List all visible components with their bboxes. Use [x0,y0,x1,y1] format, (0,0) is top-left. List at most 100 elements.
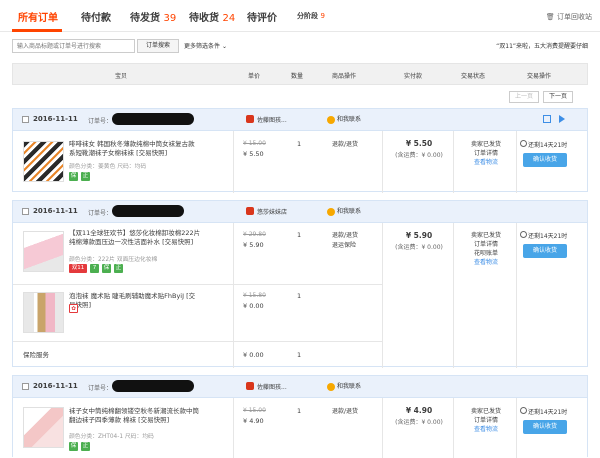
view-logistics-link[interactable]: 查看物流 [461,258,511,267]
notice-link[interactable]: “双11”来啦，五大消费提醒要仔细 [496,41,588,50]
col-item-ops: 商品操作 [332,73,357,80]
search-button[interactable]: 订单搜索 [137,39,179,53]
refund-link[interactable]: 退款/退货 [332,407,358,416]
flag-icon[interactable] [559,115,565,123]
redacted-order-number [112,113,194,125]
tab-pending-receipt[interactable]: 待收货 24 [189,9,235,24]
view-logistics-link[interactable]: 查看物流 [461,158,511,167]
quantity: 1 [297,351,302,359]
tab-staged[interactable]: 分阶段 9 [297,11,325,21]
product-thumbnail[interactable] [23,407,64,448]
view-logistics-link[interactable]: 查看物流 [461,425,511,434]
prev-page-button[interactable]: 上一页 [509,91,539,103]
tab-pending-review[interactable]: 待评价 [247,9,277,24]
quantity: 1 [297,140,302,148]
original-price: ¥ 29.80 [243,231,266,238]
product-title-link[interactable]: 啡啡袜女 韩国秋冬薄款纯棉中筒女袜复古款系短靴潮袜子女棉袜袜 [交易快照] [69,140,201,158]
product-title-link[interactable]: 袜子女中筒纯棉翻领镂空秋冬新潮流长款中筒翻边袜子四季薄款 棉袜 [交易快照] [69,407,201,425]
order-detail-link[interactable]: 订单详情 [461,416,511,425]
countdown-timer: 还剩14天21时 [520,231,567,240]
product-title-link[interactable]: 泡泡袜 魔术贴 睫毛刷辅助魔术贴FhByiJ [交易快照] [69,292,201,310]
return-insurance-link[interactable]: 退运保险 [332,241,356,250]
col-price: 单价 [248,73,261,80]
tab-pending-payment[interactable]: 待付款 [81,9,111,24]
redacted-order-number [112,205,184,217]
genuine-badge-icon: 正 [81,442,90,451]
trade-status: 卖家已发货 订单详情 查看物流 [461,407,511,434]
order-number-label: 订单号： [88,118,113,125]
order-card: 2016-11-11 订单号： 佐藤图孩... 和我联系 啡啡袜女 韩国秋冬薄款… [12,108,588,193]
total-paid: ¥ 5.50 [405,139,433,148]
original-price: ¥ 15.00 [243,140,266,147]
genuine-badge-icon: 正 [81,172,90,181]
refund-link[interactable]: 退款/退货 [332,140,358,149]
order-checkbox[interactable] [22,383,29,390]
product-thumbnail[interactable] [23,231,64,272]
double11-badge-icon: 双11 [69,264,87,273]
shop-name-link[interactable]: 佐藤图孩... [257,115,287,124]
recycle-bin-link[interactable]: 🗑 订单回收站 [546,12,592,22]
shop-icon [246,382,254,390]
contact-seller-button[interactable]: 和我联系 [327,115,364,125]
order-number-label: 订单号： [88,210,113,217]
order-checkbox[interactable] [22,116,29,123]
genuine-badge-icon: 正 [114,264,123,273]
guarantee-badge-icon: 保 [69,172,78,181]
unit-price: ¥ 5.90 [243,241,264,249]
order-tabs: 所有订单 待付款 待发货 39 待收货 24 待评价 分阶段 9 🗑 订单回收站 [0,0,600,32]
search-input[interactable] [12,39,135,53]
contact-seller-button[interactable]: 和我联系 [327,382,364,392]
trade-status: 卖家已发货 订单详情 查看物流 [461,140,511,167]
confirm-receipt-button[interactable]: 确认收货 [523,420,567,434]
col-paid: 实付款 [404,73,423,80]
total-paid: ¥ 4.90 [405,406,433,415]
confirm-receipt-button[interactable]: 确认收货 [523,153,567,167]
unit-price: ¥ 5.50 [243,150,264,158]
order-date: 2016-11-11 [33,115,78,123]
quantity: 1 [297,292,302,300]
col-status: 交易状态 [461,73,486,80]
next-page-button[interactable]: 下一页 [543,91,573,103]
unit-price: ¥ 4.90 [243,417,264,425]
guarantee-badge-icon: 保 [102,264,111,273]
product-sku: 颜色分类：ZHT04-1 尺码：均码 [69,434,154,440]
shop-icon [246,115,254,123]
original-price: ¥ 15.00 [243,407,266,414]
status-text: 卖家已发货 [470,141,501,148]
more-filter-toggle[interactable]: 更多筛选条件 ⌄ [184,41,227,50]
order-detail-link[interactable]: 订单详情 [461,149,511,158]
original-price: ¥ 15.80 [243,292,266,299]
product-sku: 颜色分类：姜黄色 尺码：均码 [69,164,147,170]
total-paid: ¥ 5.90 [405,231,433,240]
countdown-timer: 还剩14天21时 [520,407,567,416]
seven-day-return-icon: 7 [90,264,99,273]
unit-price: ¥ 0.00 [243,302,264,310]
order-date: 2016-11-11 [33,207,78,215]
product-title-link[interactable]: 【双11全球狂欢节】悠莎化妆棉卸妆棉222片 纯棉薄款面压边一次性洁面补水 [交… [69,229,201,247]
tab-all-orders[interactable]: 所有订单 [18,9,58,24]
refund-link[interactable]: 退款/退货 [332,231,358,240]
order-header: 2016-11-11 订单号： 佐藤图孩... 和我联系 [13,376,587,398]
trade-status: 卖家已发货 订单详情 花呗账单 查看物流 [461,231,511,267]
countdown-timer: 还剩14天21时 [520,140,567,149]
order-date: 2016-11-11 [33,382,78,390]
quantity: 1 [297,407,302,415]
tab-pending-shipment[interactable]: 待发货 39 [130,9,176,24]
product-thumbnail[interactable] [23,141,64,182]
col-actions: 交易操作 [527,73,552,80]
contact-seller-button[interactable]: 和我联系 [327,207,364,217]
shop-name-link[interactable]: 悠莎妹妹店 [257,207,287,216]
shipping-fee: (含运费：¥ 0.00) [395,244,443,251]
huabei-bill-link[interactable]: 花呗账单 [461,249,511,258]
redacted-order-number [112,380,194,392]
quantity: 1 [297,231,302,239]
share-icon[interactable] [543,115,551,123]
order-checkbox[interactable] [22,208,29,215]
product-thumbnail[interactable] [23,292,64,333]
confirm-receipt-button[interactable]: 确认收货 [523,244,567,258]
order-number-label: 订单号： [88,385,113,392]
order-detail-link[interactable]: 订单详情 [461,240,511,249]
shop-name-link[interactable]: 佐藤图孩... [257,382,287,391]
status-text: 卖家已发货 [470,232,501,239]
product-sku: 颜色分类：222片 双面压边化妆棉 [69,257,158,263]
